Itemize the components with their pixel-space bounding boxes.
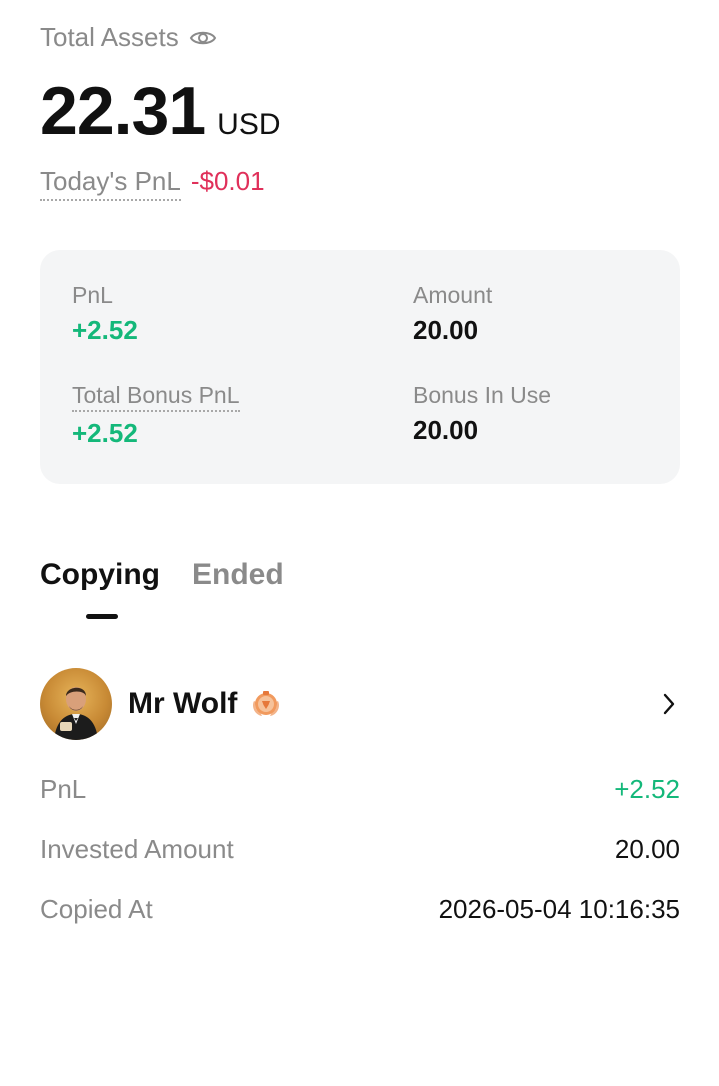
- summary-pnl-label: PnL: [72, 282, 113, 308]
- summary-amount-value: 20.00: [413, 315, 479, 345]
- detail-copied-at-row: Copied At 2026-05-04 10:16:35: [40, 894, 680, 925]
- avatar: [40, 668, 112, 740]
- currency-label: USD: [217, 108, 281, 141]
- summary-amount: Amount 20.00: [413, 282, 492, 346]
- active-tab-indicator: [86, 614, 118, 619]
- total-bonus-pnl-value: +2.52: [72, 418, 138, 448]
- todays-pnl-row: Today's PnL -$0.01: [40, 166, 265, 201]
- trader-name: Mr Wolf: [128, 687, 238, 720]
- summary-pnl: PnL +2.52: [72, 282, 138, 346]
- detail-pnl-label: PnL: [40, 774, 87, 804]
- eye-icon[interactable]: [189, 28, 217, 48]
- chevron-right-icon[interactable]: [662, 692, 676, 716]
- summary-card: PnL +2.52 Amount 20.00 Total Bonus PnL +…: [40, 250, 680, 484]
- bonus-in-use-label: Bonus In Use: [413, 382, 552, 408]
- detail-pnl-value: +2.52: [614, 774, 680, 804]
- summary-amount-label: Amount: [413, 282, 493, 308]
- invested-amount-label: Invested Amount: [40, 834, 234, 864]
- todays-pnl-label[interactable]: Today's PnL: [40, 166, 181, 201]
- copied-at-value: 2026-05-04 10:16:35: [438, 894, 680, 924]
- detail-pnl-row: PnL +2.52: [40, 774, 680, 805]
- copy-trading-page: Total Assets 22.31 USD Today's PnL -$0.0…: [0, 0, 719, 1086]
- detail-invested-row: Invested Amount 20.00: [40, 834, 680, 865]
- total-assets-header: Total Assets: [40, 22, 217, 53]
- bronze-medal-icon: [253, 691, 280, 716]
- total-assets-label: Total Assets: [40, 22, 179, 52]
- summary-bonus-in-use: Bonus In Use 20.00: [413, 382, 551, 446]
- total-bonus-pnl-label[interactable]: Total Bonus PnL: [72, 382, 240, 412]
- tab-copying[interactable]: Copying: [40, 558, 160, 592]
- tab-bar: Copying Ended: [40, 558, 284, 592]
- total-assets-amount: 22.31 USD: [40, 72, 281, 150]
- invested-amount-value: 20.00: [614, 834, 680, 864]
- tab-ended[interactable]: Ended: [192, 558, 284, 592]
- avatar-image: [54, 687, 98, 740]
- todays-pnl-value: -$0.01: [190, 166, 265, 196]
- summary-total-bonus-pnl: Total Bonus PnL +2.52: [72, 382, 240, 449]
- trader-row[interactable]: Mr Wolf: [40, 668, 680, 740]
- summary-pnl-value: +2.52: [72, 315, 138, 345]
- copied-at-label: Copied At: [40, 894, 153, 924]
- total-assets-value: 22.31: [40, 73, 206, 149]
- bonus-in-use-value: 20.00: [413, 415, 479, 445]
